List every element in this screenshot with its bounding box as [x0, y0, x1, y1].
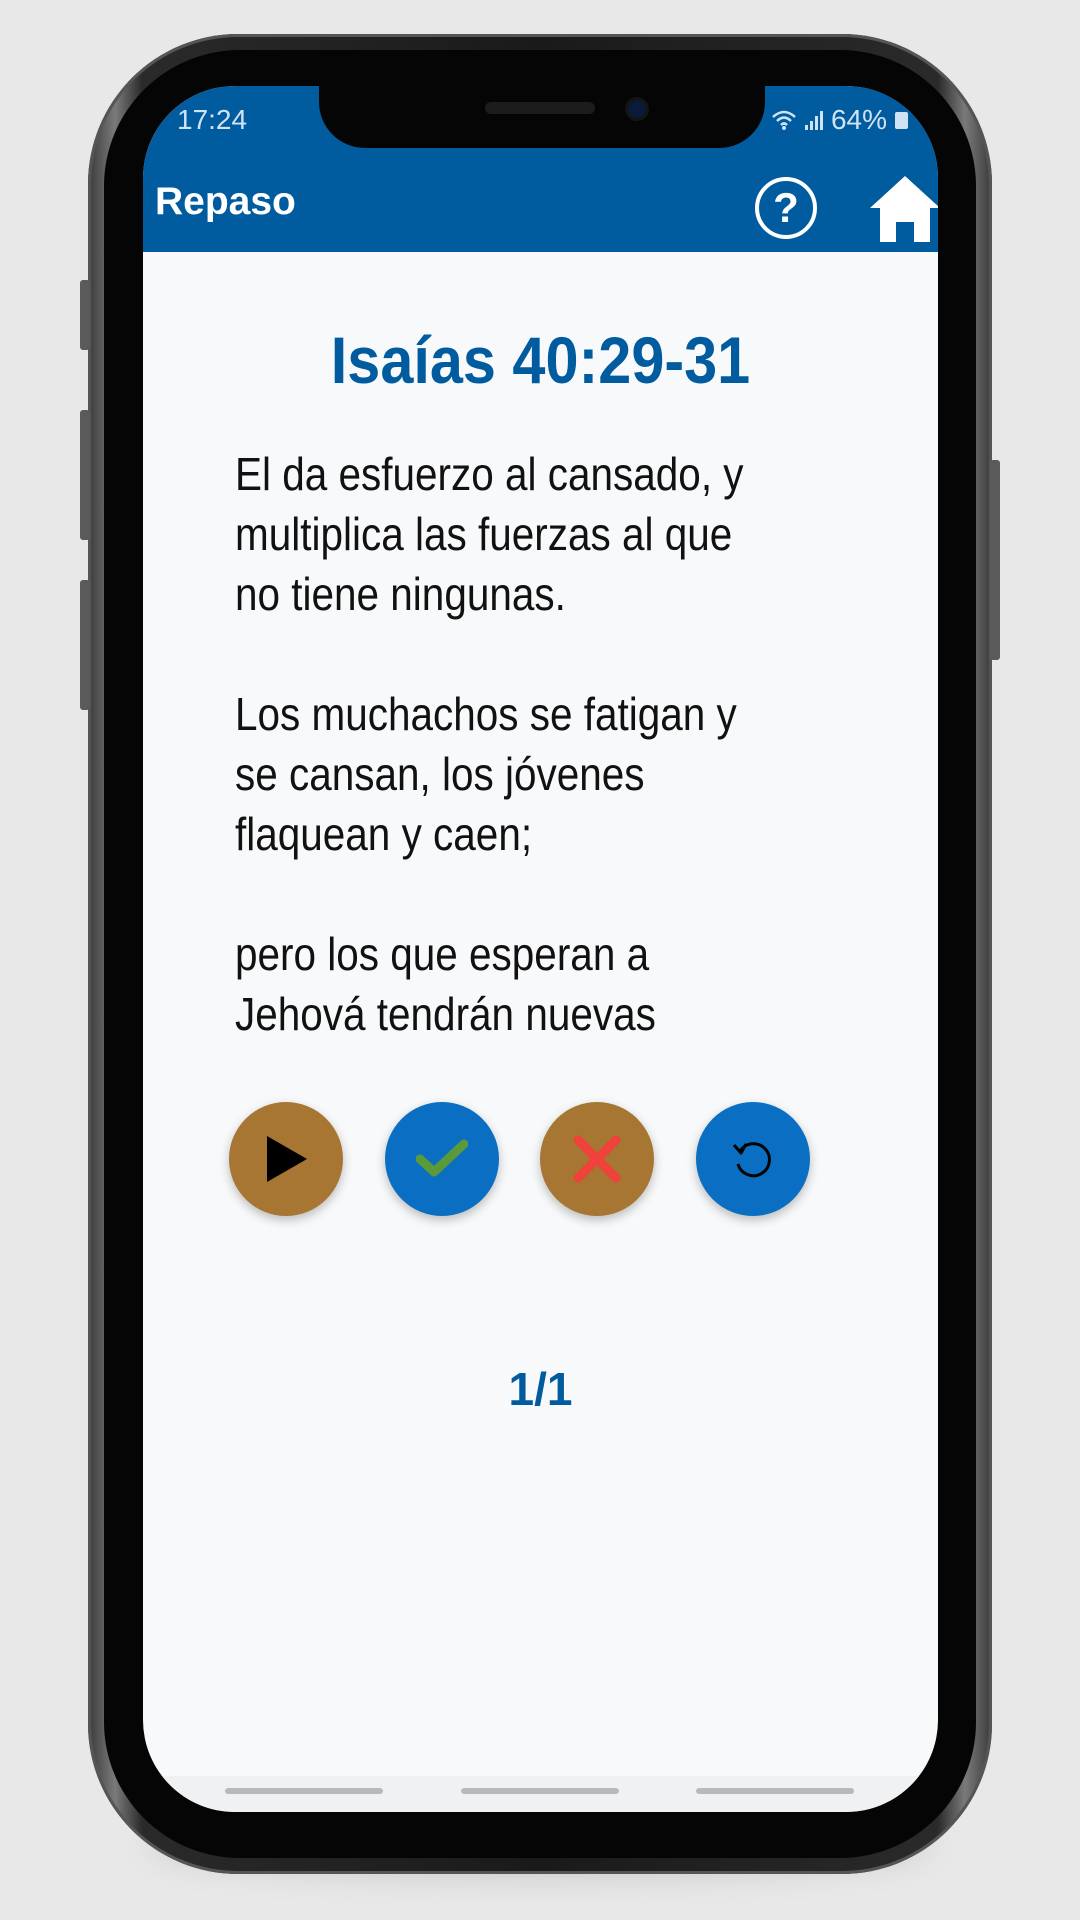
- nav-back-button[interactable]: [696, 1788, 854, 1794]
- progress-counter: 1/1: [508, 1363, 573, 1415]
- phone-volume-up-button: [80, 410, 90, 540]
- verse-paragraph-1: El da esfuerzo al cansado, y multiplica …: [235, 448, 744, 620]
- verse-paragraph-2: Los muchachos se fatigan y se cansan, lo…: [235, 688, 737, 860]
- status-indicators: 64%: [771, 104, 908, 136]
- battery-icon: [895, 111, 908, 129]
- wifi-icon: [772, 110, 796, 130]
- incorrect-button[interactable]: [540, 1102, 654, 1216]
- app-title: Repaso: [155, 180, 296, 223]
- check-icon: [416, 1139, 468, 1177]
- close-icon: [573, 1135, 621, 1183]
- reset-button[interactable]: [696, 1102, 810, 1216]
- correct-button[interactable]: [385, 1102, 499, 1216]
- phone-side-button: [80, 280, 90, 350]
- verse-text: El da esfuerzo al cansado, y multiplica …: [235, 444, 781, 1104]
- verse-reference: Isaías 40:29-31: [330, 323, 751, 397]
- help-button[interactable]: ?: [755, 177, 817, 239]
- app-screen: 17:24 64% Repaso ? Isaías 40:29-31 El da…: [143, 86, 938, 1812]
- home-icon[interactable]: [868, 172, 938, 244]
- status-time: 17:24: [177, 104, 248, 135]
- signal-icon: [804, 110, 823, 130]
- verse-paragraph-3: pero los que esperan a Jehová tendrán nu…: [235, 928, 656, 1040]
- play-button[interactable]: [229, 1102, 343, 1216]
- phone-notch: [319, 82, 765, 148]
- phone-power-button: [990, 460, 1000, 660]
- help-icon: ?: [773, 184, 799, 231]
- app-bar: Repaso ?: [143, 152, 938, 252]
- phone-speaker: [485, 102, 595, 114]
- phone-camera: [628, 100, 646, 118]
- reset-icon: [732, 1142, 771, 1178]
- review-controls: [229, 1102, 869, 1218]
- navigation-bar: [143, 1776, 938, 1812]
- play-icon: [267, 1136, 307, 1182]
- nav-recents-button[interactable]: [225, 1788, 383, 1794]
- nav-home-button[interactable]: [461, 1788, 619, 1794]
- battery-percentage: 64%: [830, 104, 887, 135]
- phone-volume-down-button: [80, 580, 90, 710]
